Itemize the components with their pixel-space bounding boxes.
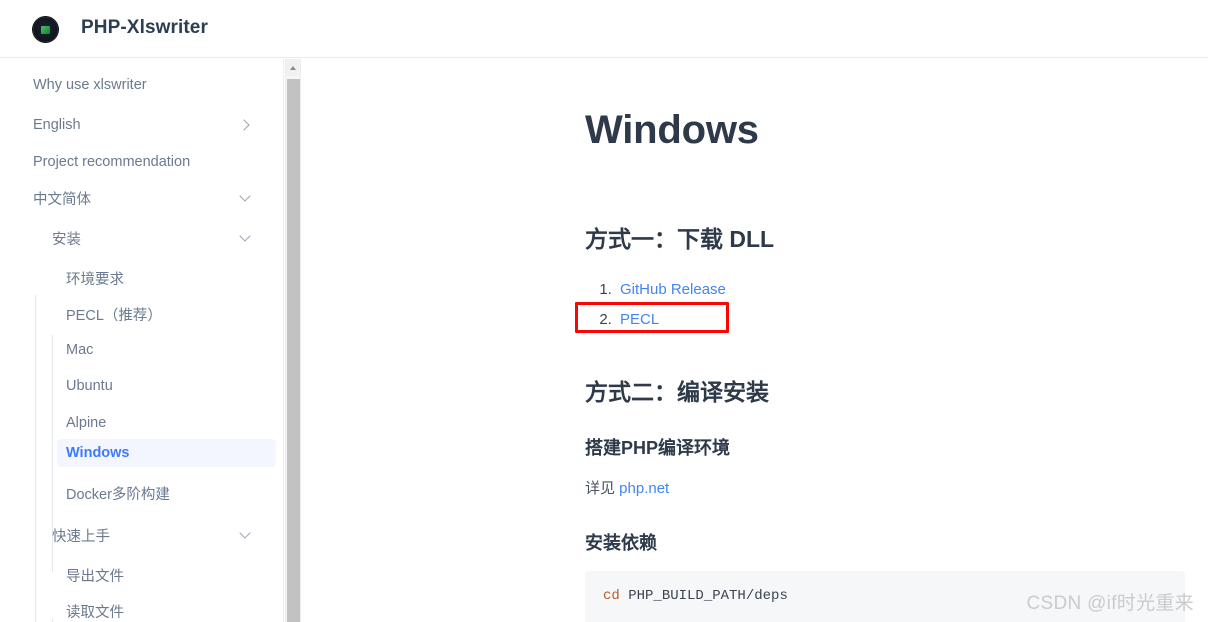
- dll-download-list: GitHub Release PECL: [585, 275, 726, 335]
- sidebar-nav: Why use xlswriter English Project recommen…: [0, 59, 284, 622]
- sidebar-item-10[interactable]: Windows: [57, 439, 276, 467]
- brand-title[interactable]: PHP-Xlswriter: [81, 17, 208, 39]
- code-token-command: cd: [603, 588, 620, 604]
- sidebar-item-11[interactable]: Docker多阶构建: [0, 479, 283, 507]
- sidebar-item-2[interactable]: Project recommendation: [0, 148, 283, 176]
- chevron-down-icon[interactable]: [239, 191, 253, 205]
- link-pecl[interactable]: PECL: [616, 311, 659, 328]
- chevron-down-icon[interactable]: [239, 231, 253, 245]
- sidebar-item-label: Docker多阶构建: [66, 486, 170, 503]
- list-item: GitHub Release: [616, 275, 726, 305]
- sidebar-item-label: 快速上手: [52, 528, 110, 545]
- sidebar-item-label: Windows: [66, 445, 130, 461]
- scrollbar-thumb[interactable]: [287, 79, 300, 622]
- chevron-down-icon[interactable]: [239, 528, 253, 542]
- sidebar-item-label: 安装: [52, 231, 81, 248]
- sidebar-item-label: English: [33, 117, 81, 133]
- sidebar-item-label: Ubuntu: [66, 378, 113, 394]
- sidebar-item-13[interactable]: 导出文件: [0, 561, 283, 589]
- app-root: PHP-Xlswriter Why use xlswriter English Pr…: [0, 0, 1208, 622]
- main-content: Windows 方式一：下载 DLL GitHub Release PECL 方…: [302, 59, 1208, 622]
- page-title: Windows: [585, 108, 759, 152]
- sidebar-item-label: 导出文件: [66, 568, 124, 585]
- sidebar-item-0[interactable]: Why use xlswriter: [0, 71, 283, 99]
- sidebar-item-5[interactable]: 环境要求: [0, 264, 283, 292]
- sidebar-item-3[interactable]: 中文简体: [0, 184, 283, 212]
- sidebar-item-label: PECL（推荐）: [66, 307, 162, 324]
- sidebar-item-1[interactable]: English: [0, 111, 283, 139]
- sidebar-item-7[interactable]: Mac: [0, 336, 283, 364]
- chevron-right-icon[interactable]: [239, 118, 253, 132]
- section-heading-method-one: 方式一：下载 DLL: [585, 226, 775, 252]
- sidebar-item-label: Mac: [66, 342, 94, 358]
- chevron-up-icon[interactable]: [286, 59, 300, 76]
- sidebar-item-label: 中文简体: [33, 191, 91, 208]
- list-item: PECL: [616, 305, 726, 335]
- sidebar-item-6[interactable]: PECL（推荐）: [0, 300, 283, 328]
- sidebar-item-label: 环境要求: [66, 271, 124, 288]
- sidebar-item-9[interactable]: Alpine: [0, 409, 283, 437]
- sidebar-item-label: 读取文件: [66, 604, 124, 621]
- sidebar-item-4[interactable]: 安装: [0, 224, 283, 252]
- subsection-heading-install-deps: 安装依赖: [585, 533, 657, 553]
- link-github-release[interactable]: GitHub Release: [616, 281, 726, 298]
- sidebar-item-label: Why use xlswriter: [33, 77, 147, 93]
- sidebar-item-label: Alpine: [66, 415, 107, 431]
- sidebar-item-14[interactable]: 读取文件: [0, 597, 283, 622]
- paragraph-prefix-text: 详见: [585, 480, 620, 497]
- subsection-heading-build-env: 搭建PHP编译环境: [585, 438, 731, 458]
- watermark: CSDN @if时光重来: [1026, 593, 1194, 614]
- sidebar-item-label: Project recommendation: [33, 154, 191, 170]
- sidebar-item-12[interactable]: 快速上手: [0, 521, 283, 549]
- code-line: cd PHP_BUILD_PATH/deps: [603, 588, 788, 604]
- section-heading-method-two: 方式二：编译安装: [585, 379, 769, 405]
- paragraph-see-phpnet: 详见 php.net: [585, 477, 669, 498]
- code-token-argument: PHP_BUILD_PATH/deps: [619, 588, 788, 604]
- link-php-net[interactable]: php.net: [619, 480, 669, 497]
- sidebar-item-8[interactable]: Ubuntu: [0, 372, 283, 400]
- app-header: PHP-Xlswriter: [0, 0, 1208, 58]
- sidebar-scrollbar[interactable]: [285, 59, 301, 622]
- logo-inner-shape: [41, 25, 50, 34]
- php-xlswriter-logo-icon: [33, 17, 58, 42]
- brand-logo[interactable]: [33, 17, 58, 42]
